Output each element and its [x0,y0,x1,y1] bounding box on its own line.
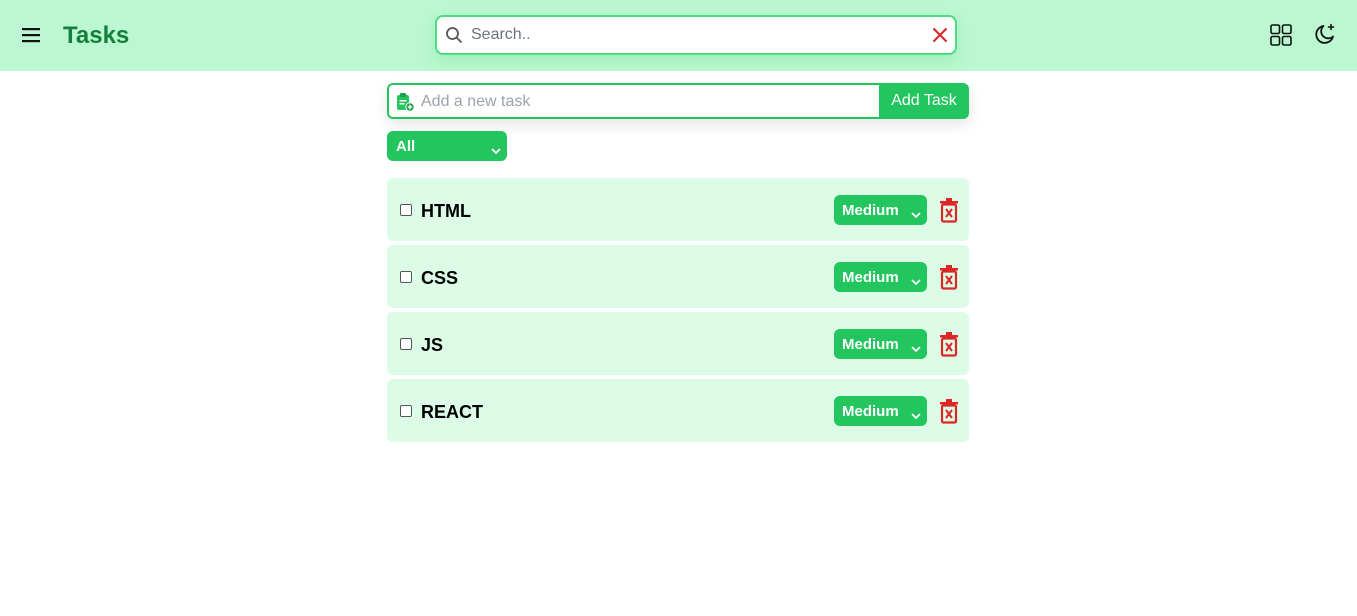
task-item: CSS Medium [387,245,969,308]
chevron-down-icon [491,142,501,155]
task-name: HTML [421,201,471,221]
search-box [435,15,957,55]
priority-select[interactable]: Medium [834,262,927,292]
close-icon[interactable] [932,27,948,43]
top-bar: Tasks [0,0,1357,71]
priority-value: Medium [842,403,899,420]
add-task-row: Add Task [387,83,969,119]
priority-value: Medium [842,202,899,219]
chevron-down-icon [911,273,921,286]
chevron-down-icon [911,407,921,420]
clipboard-add-icon [395,92,415,112]
search-input[interactable] [471,21,921,49]
search-icon [445,26,463,44]
priority-select[interactable]: Medium [834,329,927,359]
chevron-down-icon [911,340,921,353]
task-checkbox[interactable] [400,204,412,216]
add-task-input[interactable] [421,89,871,115]
priority-select[interactable]: Medium [834,195,927,225]
trash-icon[interactable] [938,398,960,424]
task-item: HTML Medium [387,178,969,241]
chevron-down-icon [911,206,921,219]
task-item: REACT Medium [387,379,969,442]
add-task-button[interactable]: Add Task [879,83,969,119]
moon-icon[interactable] [1313,22,1337,46]
task-item: JS Medium [387,312,969,375]
task-list: HTML Medium CSS Medium JS Medium REACT M… [387,178,969,446]
priority-value: Medium [842,336,899,353]
priority-value: Medium [842,269,899,286]
task-name: REACT [421,402,483,422]
task-checkbox[interactable] [400,405,412,417]
trash-icon[interactable] [938,331,960,357]
task-name: CSS [421,268,459,288]
task-checkbox[interactable] [400,338,412,350]
priority-select[interactable]: Medium [834,396,927,426]
hamburger-menu-icon[interactable] [20,24,42,46]
add-task-field [387,83,881,119]
trash-icon[interactable] [938,197,960,223]
filter-select[interactable]: All [387,131,507,161]
app-title: Tasks [63,22,130,49]
trash-icon[interactable] [938,264,960,290]
filter-selected-value: All [396,138,416,155]
task-name: JS [421,335,444,355]
grid-view-icon[interactable] [1269,23,1293,47]
task-checkbox[interactable] [400,271,412,283]
